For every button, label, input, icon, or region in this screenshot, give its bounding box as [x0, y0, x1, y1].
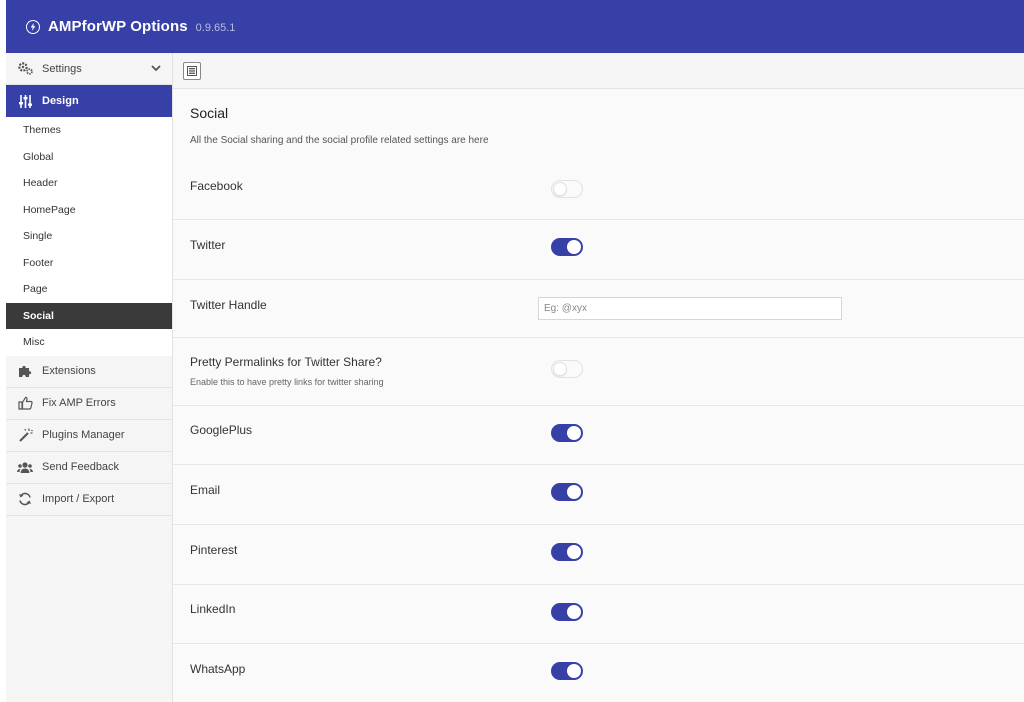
setting-row-facebook: Facebook — [173, 161, 1024, 220]
puzzle-icon — [17, 363, 33, 379]
pretty-permalinks-toggle[interactable] — [551, 360, 583, 378]
submenu-item-themes[interactable]: Themes — [6, 117, 172, 144]
setting-label: GooglePlus — [190, 423, 253, 437]
expand-icon[interactable] — [183, 61, 201, 80]
setting-label: LinkedIn — [190, 602, 236, 616]
setting-row-twitter: Twitter — [173, 220, 1024, 280]
app-window: AMPforWP Options 0.9.65.1 Settings Desig… — [0, 0, 1024, 702]
app-version: 0.9.65.1 — [195, 21, 236, 34]
email-toggle[interactable] — [551, 483, 583, 501]
sidebar-item-label: Design — [42, 95, 79, 107]
setting-label: Email — [190, 483, 221, 497]
linkedin-toggle[interactable] — [551, 603, 583, 621]
thumbs-up-icon — [17, 395, 33, 411]
setting-row-email: Email — [173, 465, 1024, 525]
sidebar-item-label: Extensions — [42, 365, 96, 377]
twitter-handle-input[interactable] — [538, 297, 842, 320]
sidebar-item-label: Import / Export — [42, 493, 115, 505]
sidebar-item-settings[interactable]: Settings — [6, 53, 172, 85]
sidebar-item-label: Settings — [42, 62, 82, 75]
setting-row-twitter-handle: Twitter Handle — [173, 280, 1024, 338]
lightning-circle-icon — [26, 19, 40, 34]
sidebar-item-design[interactable]: Design — [6, 85, 172, 117]
submenu-item-single[interactable]: Single — [6, 223, 172, 250]
design-submenu: Themes Global Header HomePage Single Foo… — [6, 117, 172, 356]
sliders-icon — [17, 93, 33, 109]
setting-row-pinterest: Pinterest — [173, 525, 1024, 585]
submenu-item-footer[interactable]: Footer — [6, 250, 172, 277]
twitter-toggle[interactable] — [551, 238, 583, 256]
section-title: Social — [190, 105, 229, 121]
panel-toolbar — [173, 53, 1024, 89]
setting-sublabel: Enable this to have pretty links for twi… — [190, 377, 384, 387]
sidebar-item-label: Send Feedback — [42, 461, 120, 473]
googleplus-toggle[interactable] — [551, 424, 583, 442]
main-panel: Social All the Social sharing and the so… — [173, 53, 1024, 702]
sidebar-item-label: Plugins Manager — [42, 429, 125, 441]
users-icon — [17, 459, 33, 475]
setting-label: Pretty Permalinks for Twitter Share? — [190, 355, 382, 369]
whatsapp-toggle[interactable] — [551, 662, 583, 680]
sidebar-item-import-export[interactable]: Import / Export — [6, 483, 172, 516]
refresh-icon — [17, 491, 33, 507]
sidebar-item-extensions[interactable]: Extensions — [6, 355, 172, 388]
submenu-item-homepage[interactable]: HomePage — [6, 197, 172, 224]
setting-label: WhatsApp — [190, 662, 246, 676]
setting-row-whatsapp: WhatsApp — [173, 644, 1024, 702]
app-title: AMPforWP Options — [48, 18, 188, 35]
sidebar-item-fix-amp-errors[interactable]: Fix AMP Errors — [6, 387, 172, 420]
setting-row-pretty-permalinks: Pretty Permalinks for Twitter Share? Ena… — [173, 338, 1024, 406]
setting-label: Twitter Handle — [190, 298, 267, 312]
pinterest-toggle[interactable] — [551, 543, 583, 561]
submenu-item-page[interactable]: Page — [6, 276, 172, 303]
gears-icon — [17, 61, 33, 77]
sidebar-item-label: Fix AMP Errors — [42, 397, 116, 409]
setting-row-linkedin: LinkedIn — [173, 585, 1024, 644]
section-description: All the Social sharing and the social pr… — [190, 135, 489, 146]
submenu-item-global[interactable]: Global — [6, 144, 172, 171]
setting-row-googleplus: GooglePlus — [173, 406, 1024, 465]
setting-label: Facebook — [190, 179, 243, 193]
submenu-item-misc[interactable]: Misc — [6, 329, 172, 356]
sidebar-item-plugins-manager[interactable]: Plugins Manager — [6, 419, 172, 452]
setting-label: Twitter — [190, 238, 226, 252]
sidebar: Settings Design Themes Global Header Hom… — [6, 53, 173, 702]
sidebar-item-send-feedback[interactable]: Send Feedback — [6, 451, 172, 484]
submenu-item-social[interactable]: Social — [6, 302, 172, 329]
magic-wand-icon — [17, 427, 33, 443]
top-header: AMPforWP Options 0.9.65.1 — [6, 0, 1024, 53]
setting-label: Pinterest — [190, 543, 238, 557]
facebook-toggle[interactable] — [551, 180, 583, 198]
submenu-item-header[interactable]: Header — [6, 170, 172, 197]
chevron-down-icon — [151, 65, 161, 72]
